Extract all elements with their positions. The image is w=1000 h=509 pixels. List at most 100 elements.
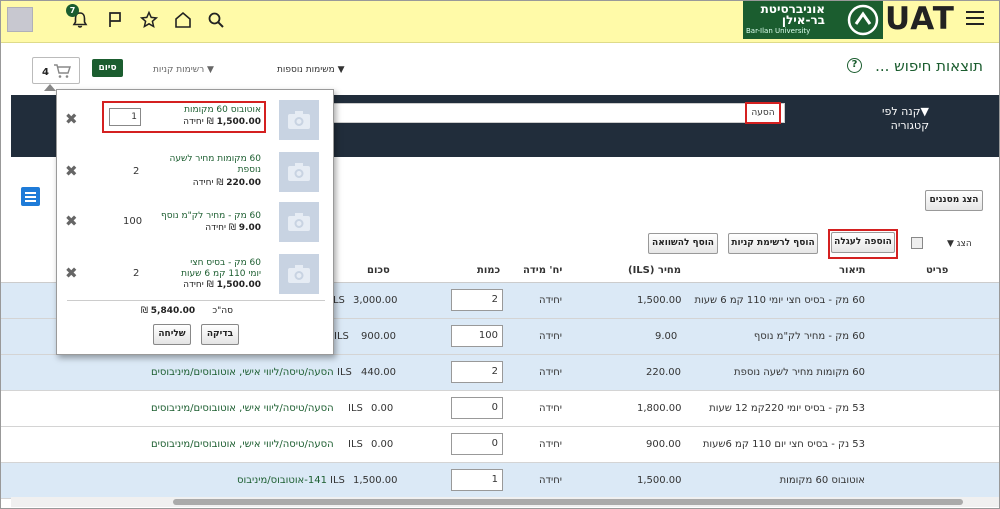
add-to-cart-button[interactable]: הוספה לעגלה: [831, 232, 895, 253]
divider: [67, 300, 325, 301]
col-amount: סכום: [367, 265, 390, 276]
row-currency: ILS: [337, 367, 352, 378]
quantity-input[interactable]: 2: [451, 289, 503, 311]
university-logo: אוניברסיטת בר-אילן Bar-Ilan University: [743, 1, 883, 39]
shopping-lists-menu[interactable]: ▼ רשימות קניות: [153, 65, 214, 75]
total-label: סה"כ: [212, 306, 233, 316]
shopping-lists-label: רשימות קניות: [153, 65, 205, 75]
search-input[interactable]: [321, 103, 785, 123]
cart-item-quantity: 100: [123, 216, 143, 227]
row-description[interactable]: 60 מקומות מחיר לשעה נוספת: [734, 367, 865, 378]
item-price: 220.00: [226, 178, 261, 188]
remove-icon[interactable]: ✖: [65, 162, 78, 180]
app-window: 7 אוניברסיטת בר-אילן Bar-Ilan University…: [0, 0, 1000, 509]
row-unit: יחידה: [539, 439, 562, 450]
show-filters-button[interactable]: הצג מסננים: [925, 190, 983, 211]
check-button[interactable]: בדיקה: [201, 324, 239, 345]
view-menu[interactable]: הצג ▼: [947, 239, 972, 249]
help-icon[interactable]: ?: [847, 58, 862, 73]
row-amount: 440.00: [361, 367, 396, 378]
row-supplier[interactable]: הסעה/טיסה/ליווי אישי, אוטובוסים/מיניבוסי…: [151, 439, 334, 450]
row-description[interactable]: 60 מק - מחיר לק"מ נוסף: [754, 331, 865, 342]
detach-icon[interactable]: [911, 237, 923, 249]
table-row[interactable]: אוטובוס 60 מקומות 1,500.00 יחידה 1 1,500…: [1, 463, 999, 499]
remove-icon[interactable]: ✖: [65, 110, 78, 128]
scrollbar-thumb[interactable]: [173, 499, 963, 505]
table-row[interactable]: 53 נק - בסיס חצי יום 110 קמ 6שעות 900.00…: [1, 427, 999, 463]
col-price: מחיר (ILS): [628, 265, 681, 276]
quantity-input[interactable]: 0: [451, 433, 503, 455]
cart-item-quantity-input[interactable]: 1: [109, 108, 141, 126]
add-to-shopping-list-button[interactable]: הוסף לרשימת קניות: [728, 233, 818, 254]
cart-total: סה"כ 5,840.00 ₪: [141, 306, 233, 316]
row-unit: יחידה: [539, 367, 562, 378]
item-name[interactable]: 60 מק - בסיס חצי יומי 110 קמ 6 שעות: [181, 258, 261, 280]
camera-icon: [288, 111, 310, 129]
row-price: 9.00: [655, 331, 678, 342]
row-amount: 3,000.00: [353, 295, 398, 306]
camera-icon: [288, 163, 310, 181]
flag-icon[interactable]: [102, 7, 128, 33]
page-title: תוצאות חיפוש ...: [875, 57, 983, 75]
row-supplier[interactable]: הסעה/טיסה/ליווי אישי, אוטובוסים/מיניבוסי…: [151, 367, 334, 378]
search-icon[interactable]: [203, 7, 229, 33]
row-price: 1,800.00: [637, 403, 682, 414]
total-value: 5,840.00: [150, 306, 196, 316]
avatar[interactable]: [7, 7, 33, 32]
send-button[interactable]: שליחה: [153, 324, 191, 345]
quantity-input[interactable]: 1: [451, 469, 503, 491]
row-supplier[interactable]: 141-אוטובוס/מיניבוס: [237, 475, 327, 486]
item-image: [279, 202, 319, 242]
star-icon[interactable]: [136, 7, 162, 33]
table-row[interactable]: 60 מקומות מחיר לשעה נוספת 220.00 יחידה 2…: [1, 355, 999, 391]
total-currency: ₪: [140, 306, 148, 316]
row-description[interactable]: 53 נק - בסיס חצי יום 110 קמ 6שעות: [703, 439, 865, 450]
cart-item-quantity: 2: [133, 166, 140, 177]
search-value[interactable]: הסעה: [745, 102, 781, 124]
row-amount: 0.00: [371, 403, 394, 414]
add-to-compare-button[interactable]: הוסף להשוואה: [648, 233, 718, 254]
cart-popover-caret: [44, 84, 56, 91]
item-name[interactable]: 60 מקומות מחיר לשעה נוספת: [161, 154, 261, 176]
camera-icon: [288, 213, 310, 231]
quantity-input[interactable]: 0: [451, 397, 503, 419]
cart-item: ✖ 60 מק - מחיר לק"מ נוסף 9.00 ₪ יחידה 10…: [57, 198, 335, 248]
table-row[interactable]: 53 מק - בסיס יומי 220קמ 12 שעות 1,800.00…: [1, 391, 999, 427]
item-name[interactable]: 60 מק - מחיר לק"מ נוסף: [141, 211, 261, 222]
quantity-input[interactable]: 100: [451, 325, 503, 347]
col-quantity: כמות: [477, 265, 501, 276]
cart-item-quantity: 2: [133, 268, 140, 279]
row-unit: יחידה: [539, 295, 562, 306]
row-unit: יחידה: [539, 475, 562, 486]
more-lists-menu[interactable]: ▼ משימות נוספות: [277, 65, 345, 75]
remove-icon[interactable]: ✖: [65, 264, 78, 282]
row-currency: ILS: [348, 439, 363, 450]
buy-by-category-menu[interactable]: ▼קנה לפי קטגוריה: [869, 105, 929, 133]
done-button[interactable]: סיום: [92, 59, 123, 77]
item-unit: ₪ יחידה: [205, 223, 236, 233]
row-price: 900.00: [646, 439, 681, 450]
item-unit: ₪ יחידה: [192, 178, 224, 188]
remove-icon[interactable]: ✖: [65, 212, 78, 230]
row-price: 1,500.00: [637, 475, 682, 486]
col-item: פריט: [926, 265, 949, 276]
menu-icon[interactable]: [966, 11, 984, 27]
row-description[interactable]: אוטובוס 60 מקומות: [780, 475, 865, 486]
buy-by-category-label: קנה לפי קטגוריה: [882, 105, 929, 132]
list-view-icon[interactable]: [21, 187, 40, 206]
row-amount: 900.00: [361, 331, 396, 342]
home-icon[interactable]: [170, 7, 196, 33]
quantity-input[interactable]: 2: [451, 361, 503, 383]
row-supplier[interactable]: הסעה/טיסה/ליווי אישי, אוטובוסים/מיניבוסי…: [151, 403, 334, 414]
cart-popover: ✖ אוטובוס 60 מקומות 1,500.00 ₪ יחידה 1 ✖…: [56, 89, 334, 355]
row-amount: 0.00: [371, 439, 394, 450]
top-bar: 7 אוניברסיטת בר-אילן Bar-Ilan University…: [1, 1, 999, 43]
view-label: הצג: [956, 239, 972, 249]
col-description: תיאור: [839, 265, 866, 276]
row-description[interactable]: 53 מק - בסיס יומי 220קמ 12 שעות: [709, 403, 865, 414]
row-price: 220.00: [646, 367, 681, 378]
cart-icon: [54, 64, 71, 78]
cart-button[interactable]: 4: [32, 57, 80, 84]
cart-item: ✖ 60 מק - בסיס חצי יומי 110 קמ 6 שעות 1,…: [57, 250, 335, 300]
row-description[interactable]: 60 מק - בסיס חצי יומי 110 קמ 6 שעות: [694, 295, 865, 306]
